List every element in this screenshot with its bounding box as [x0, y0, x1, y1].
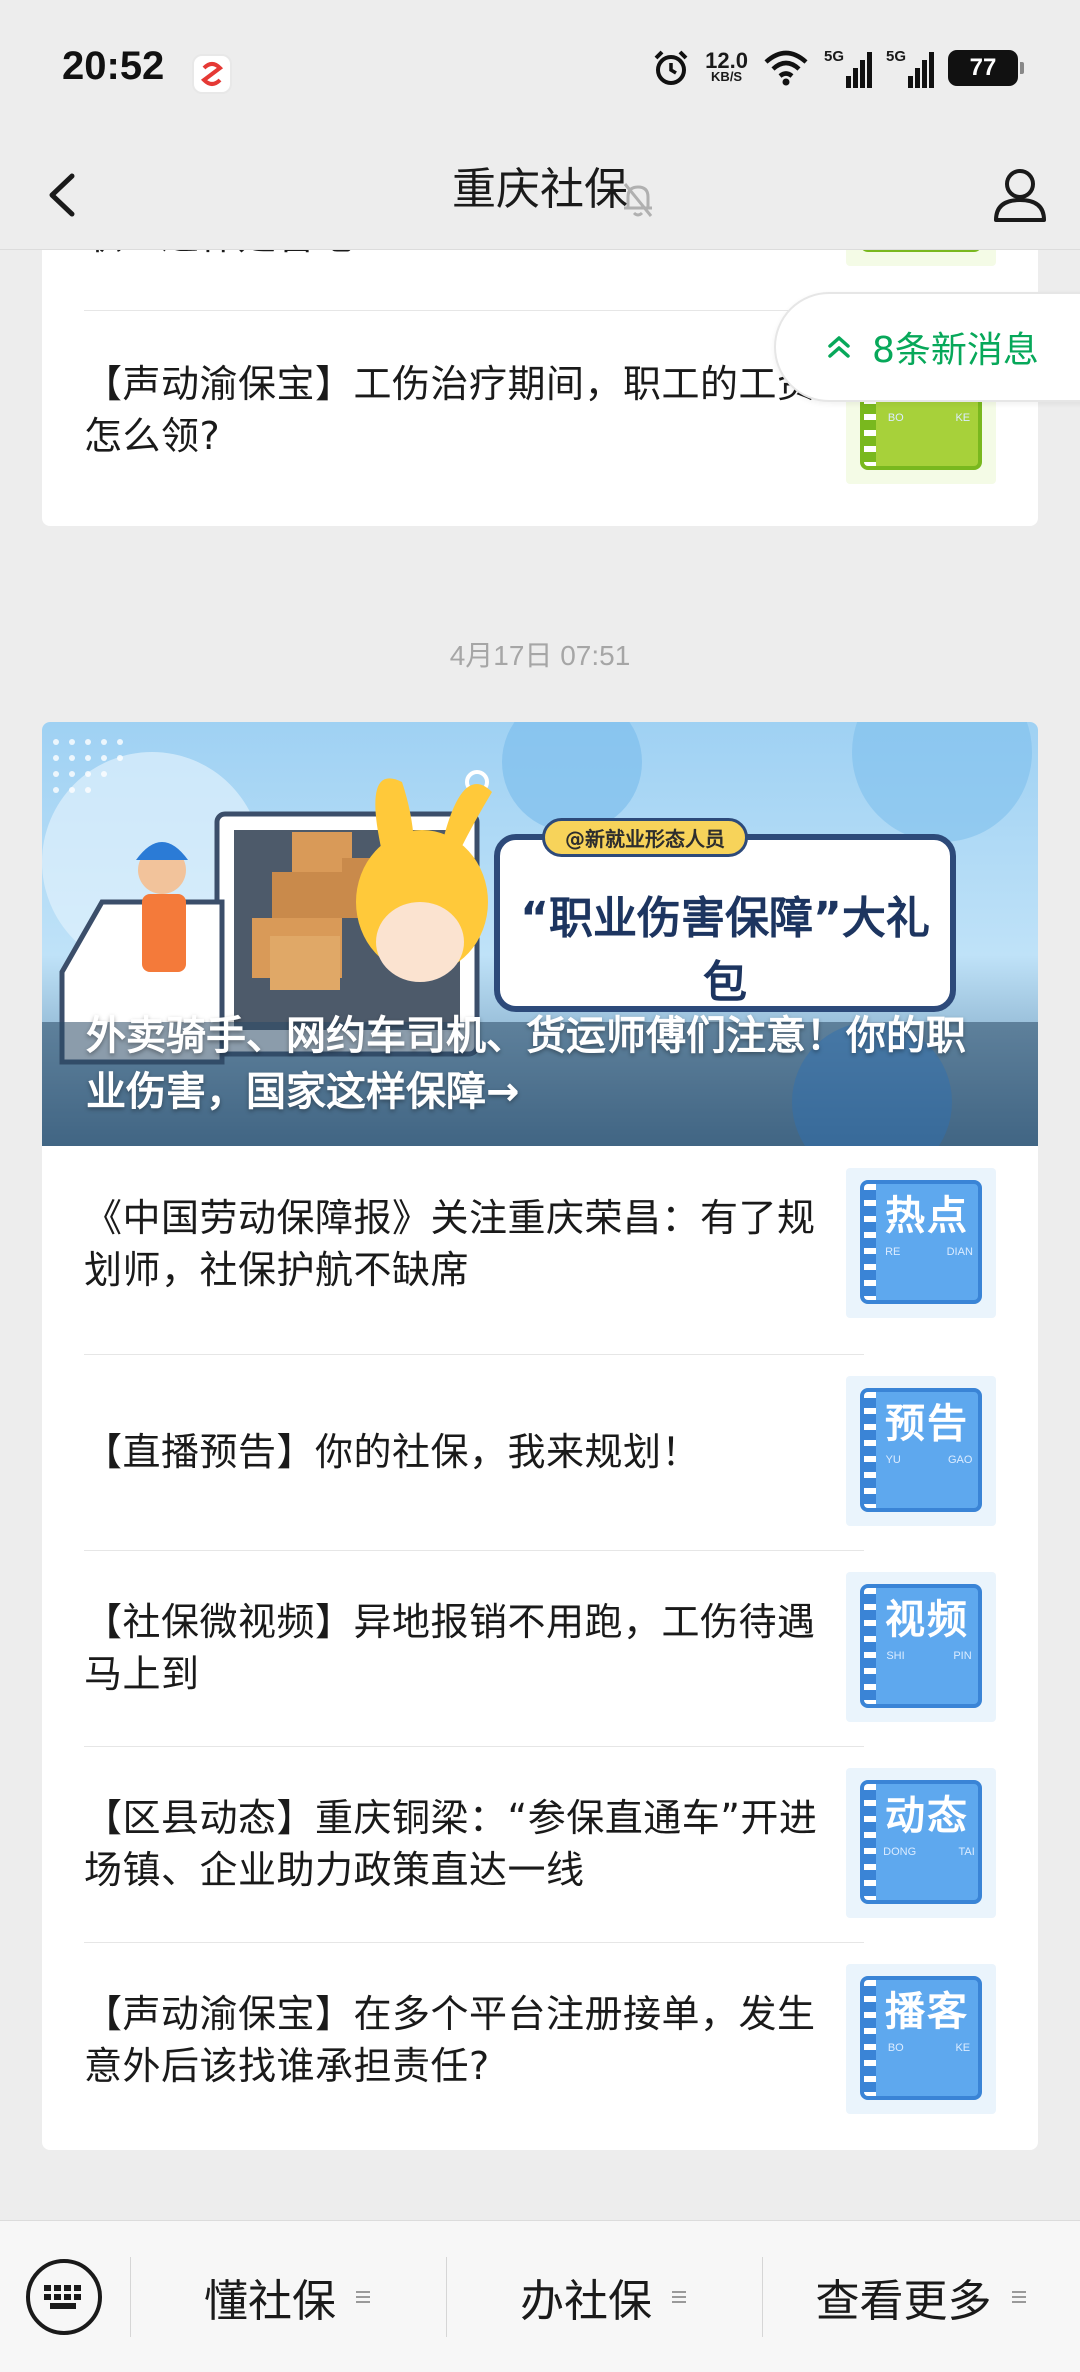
- message-timestamp: 4月17日 07:51: [449, 640, 631, 671]
- cellular-signal-2: 5G: [886, 48, 934, 88]
- new-messages-button[interactable]: 8条新消息: [774, 292, 1080, 402]
- article-title: 【声动渝保宝】在多个平台注册接单，发生意外后该找谁承担责任?: [84, 1992, 816, 2088]
- thumbnail-pinyin: YU GAO: [885, 1454, 973, 1466]
- article-title: 【直播预告】你的社保，我来规划！: [84, 1430, 701, 1474]
- article-row[interactable]: 【直播预告】你的社保，我来规划！ 预告 YU GAO: [84, 1354, 1038, 1550]
- article-row[interactable]: 【声动渝保宝】在多个平台注册接单，发生意外后该找谁承担责任? 播客 BO KE: [84, 1942, 1038, 2138]
- thumbnail-pinyin: BO KE: [887, 2042, 971, 2054]
- article-thumbnail: 播客: [846, 250, 996, 266]
- divider: [84, 310, 864, 311]
- article-title: 《中国劳动保障报》关注重庆荣昌：有了规划师，社保护航不缺席: [84, 1196, 816, 1292]
- article-row[interactable]: 【区县动态】重庆铜梁：“参保直通车”开进场镇、企业助力政策直达一线 动态 DON…: [84, 1746, 1038, 1942]
- banner-headline-board: “职业伤害保障”大礼包: [494, 834, 956, 1012]
- article-row[interactable]: 《中国劳动保障报》关注重庆荣昌：有了规划师，社保护航不缺席 热点 RE DIAN: [84, 1146, 1038, 1342]
- mute-bell-icon: [623, 183, 653, 217]
- thumbnail-pinyin: BO KE: [887, 412, 971, 424]
- article-thumbnail: 热点 RE DIAN: [846, 1168, 996, 1318]
- cellular-type-2: 5G: [886, 48, 907, 65]
- status-bar: 20:52 12.0 KB/S 5G 5G 77: [0, 0, 1080, 140]
- menu-item-more[interactable]: 查看更多: [763, 2221, 1080, 2372]
- keyboard-icon: [44, 2285, 81, 2309]
- banner-headline: “职业伤害保障”大礼包: [520, 893, 930, 1008]
- thumbnail-label: 预告: [885, 1401, 969, 1447]
- article-thumbnail: 播客 BOKE: [846, 1964, 996, 2114]
- user-icon: [994, 169, 1046, 222]
- profile-button[interactable]: [988, 160, 1052, 230]
- article-title: 【社保微视频】异地报销不用跑，工伤待遇马上到: [84, 1600, 816, 1696]
- menu-item-handle[interactable]: 办社保: [447, 2221, 761, 2372]
- banner-tag: @新就业形态人员: [542, 818, 748, 857]
- bottom-menu-bar: 懂社保 办社保 查看更多: [0, 2220, 1080, 2372]
- menu-item-learn[interactable]: 懂社保: [131, 2221, 445, 2372]
- keyboard-toggle-button[interactable]: [26, 2259, 102, 2335]
- article-row[interactable]: 职工退休延管吧 播客: [84, 250, 1038, 282]
- banner-article[interactable]: “职业伤害保障”大礼包 @新就业形态人员 外卖骑手、网约车司机、货运师傅们注意！…: [42, 722, 1038, 1146]
- article-title: 【声动渝保宝】工伤治疗期间，职工的工资怎么领?: [84, 362, 816, 458]
- chat-title: 重庆社保: [452, 164, 628, 215]
- submenu-icon: [672, 2291, 686, 2303]
- status-indicators: 12.0 KB/S 5G 5G 77: [651, 46, 1024, 90]
- thumbnail-label: 视频: [885, 1597, 969, 1643]
- thumbnail-pinyin: DONG TAI: [883, 1846, 975, 1858]
- article-thumbnail: 预告 YU GAO: [846, 1376, 996, 1526]
- submenu-icon: [1011, 2291, 1026, 2303]
- battery-indicator: 77: [948, 50, 1024, 86]
- article-thumbnail: 动态 DONG TAI: [846, 1768, 996, 1918]
- double-chevron-up-icon: [828, 336, 850, 358]
- new-messages-label: 8条新消息: [872, 330, 1039, 371]
- thumbnail-pinyin: RE DIAN: [885, 1246, 973, 1258]
- notification-app-icon: [192, 54, 232, 94]
- wifi-icon: [764, 50, 808, 86]
- article-row[interactable]: 【社保微视频】异地报销不用跑，工伤待遇马上到 视频 SHI PIN: [84, 1550, 1038, 1746]
- thumbnail-pinyin: SHI PIN: [886, 1650, 972, 1662]
- status-time: 20:52: [62, 44, 165, 88]
- network-speed-unit: KB/S: [711, 69, 743, 84]
- cellular-signal-1: 5G: [824, 48, 872, 88]
- message-list[interactable]: 职工退休延管吧 播客 【声动渝保宝】工伤治疗期间，职工的工资怎么领? 播客 BO…: [0, 250, 1080, 2220]
- thumbnail-label: 动态: [885, 1793, 969, 1839]
- alarm-icon: [654, 50, 688, 85]
- thumbnail-label: 热点: [885, 1193, 969, 1239]
- cellular-type-1: 5G: [824, 48, 845, 65]
- menu-item-label: 查看更多: [815, 2276, 992, 2327]
- menu-item-label: 办社保: [520, 2276, 652, 2327]
- chat-header: 重庆社保: [0, 140, 1080, 250]
- article-title: 【区县动态】重庆铜梁：“参保直通车”开进场镇、企业助力政策直达一线: [84, 1796, 818, 1892]
- article-card: “职业伤害保障”大礼包 @新就业形态人员 外卖骑手、网约车司机、货运师傅们注意！…: [42, 722, 1038, 2150]
- menu-item-label: 懂社保: [204, 2276, 336, 2327]
- network-speed: 12.0 KB/S: [705, 50, 748, 84]
- thumbnail-label: 播客: [885, 1989, 969, 2035]
- submenu-icon: [356, 2291, 370, 2303]
- article-thumbnail: 视频 SHI PIN: [846, 1572, 996, 1722]
- article-title: 职工退休延管吧: [84, 250, 844, 282]
- banner-title: 外卖骑手、网约车司机、货运师傅们注意！你的职业伤害，国家这样保障→: [86, 1013, 966, 1115]
